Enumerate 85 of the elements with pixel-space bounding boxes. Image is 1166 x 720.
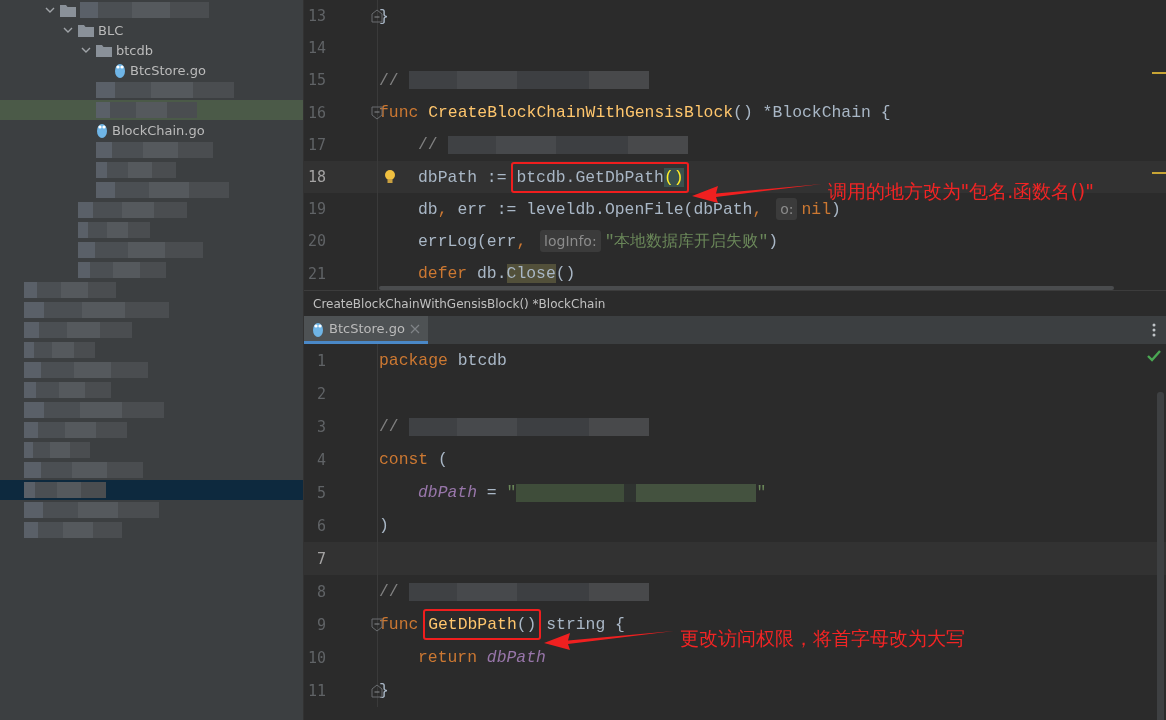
line-number: 17 xyxy=(306,135,326,154)
keyword: , xyxy=(752,199,764,219)
code-text: string { xyxy=(545,615,625,634)
keyword: , xyxy=(516,231,528,251)
string-literal: " xyxy=(756,483,767,502)
highlighted-usage: Close xyxy=(506,264,556,284)
line-number: 3 xyxy=(315,417,326,436)
keyword: func xyxy=(379,615,420,634)
parameter-hint: o: xyxy=(776,198,798,221)
folder-icon xyxy=(60,3,76,17)
function-name: GetDbPath xyxy=(428,615,517,634)
code-text: ( xyxy=(438,450,448,469)
code-text: = xyxy=(485,483,498,502)
line-number: 10 xyxy=(306,648,326,667)
line-number: 13 xyxy=(306,7,326,26)
keyword: package xyxy=(379,351,449,370)
comment-mark: // xyxy=(379,582,400,601)
code-text: } xyxy=(379,6,389,26)
line-number: 9 xyxy=(315,615,326,634)
code-text: errLog(err xyxy=(418,231,517,251)
code-text: ) xyxy=(830,199,841,219)
constant-name: dbPath xyxy=(418,483,478,502)
code-text: () xyxy=(516,615,537,634)
folder-icon xyxy=(96,43,112,57)
code-text: ) xyxy=(379,516,389,535)
keyword: nil xyxy=(801,199,831,219)
code-text: db xyxy=(418,199,438,219)
tree-item[interactable]: BtcStore.go xyxy=(130,62,206,78)
pixelated-drawing xyxy=(24,442,90,458)
line-number: 16 xyxy=(306,103,326,122)
function-name: CreateBlockChainWithGensisBlock xyxy=(428,103,734,123)
warning-marker[interactable] xyxy=(1152,72,1166,74)
gopher-file-icon xyxy=(312,320,324,337)
line-number: 14 xyxy=(306,39,326,58)
keyword: const xyxy=(379,450,430,469)
check-icon[interactable] xyxy=(1147,350,1161,362)
keyword: , xyxy=(437,199,449,219)
comment-mark: // xyxy=(418,135,439,155)
folder-icon xyxy=(78,23,94,37)
matched-brace: () xyxy=(663,167,684,187)
constant-name: dbPath xyxy=(486,648,546,667)
comment-mark: // xyxy=(379,417,400,436)
line-number: 11 xyxy=(306,681,326,700)
code-text: () *BlockChain { xyxy=(733,103,891,123)
annotation-text: 更改访问权限，将首字母改为大写 xyxy=(680,626,966,652)
code-text: btcdb.GetDbPath xyxy=(516,167,664,187)
string-literal: " xyxy=(506,483,517,502)
code-text: } xyxy=(379,681,389,700)
lightbulb-icon[interactable] xyxy=(384,169,396,186)
parameter-hint: logInfo: xyxy=(540,230,601,253)
pixelated-drawing xyxy=(78,222,150,238)
line-number: 20 xyxy=(306,232,326,251)
more-options-icon[interactable] xyxy=(1152,323,1156,337)
warning-marker[interactable] xyxy=(1152,172,1166,174)
keyword: func xyxy=(379,103,420,123)
horizontal-scrollbar[interactable] xyxy=(379,286,1114,290)
line-number: 8 xyxy=(315,582,326,601)
string-literal: "本地数据库开启失败" xyxy=(604,231,769,253)
line-number: 21 xyxy=(306,264,326,283)
keyword: return xyxy=(418,648,479,667)
file-tab[interactable]: BtcStore.go xyxy=(304,316,428,344)
package-name: btcdb xyxy=(457,351,507,370)
line-number: 7 xyxy=(315,549,326,568)
annotation-text: 调用的地方改为"包名.函数名()" xyxy=(827,178,1094,202)
pixelated-drawing xyxy=(24,342,95,358)
line-number: 6 xyxy=(315,516,326,535)
code-text: err := leveldb.OpenFile(dbPath xyxy=(457,199,753,219)
line-number: 18 xyxy=(306,168,326,187)
line-number: 15 xyxy=(306,71,326,90)
comment-mark: // xyxy=(379,70,400,90)
code-text: () xyxy=(555,264,576,284)
code-text: ) xyxy=(768,231,779,251)
line-number: 1 xyxy=(315,351,326,370)
code-text: dbPath := xyxy=(418,167,508,187)
tree-item[interactable]: BlockChain.go xyxy=(112,122,205,138)
line-number: 4 xyxy=(315,450,326,469)
line-number: 19 xyxy=(306,200,326,219)
line-number: 5 xyxy=(315,483,326,502)
keyword: defer xyxy=(418,264,469,284)
tree-item[interactable]: btcdb xyxy=(116,42,153,58)
code-text: db. xyxy=(477,264,507,284)
gopher-file-icon xyxy=(114,62,126,78)
tree-item[interactable]: BLC xyxy=(98,22,124,38)
gopher-file-icon xyxy=(96,122,108,138)
line-number: 2 xyxy=(315,384,326,403)
